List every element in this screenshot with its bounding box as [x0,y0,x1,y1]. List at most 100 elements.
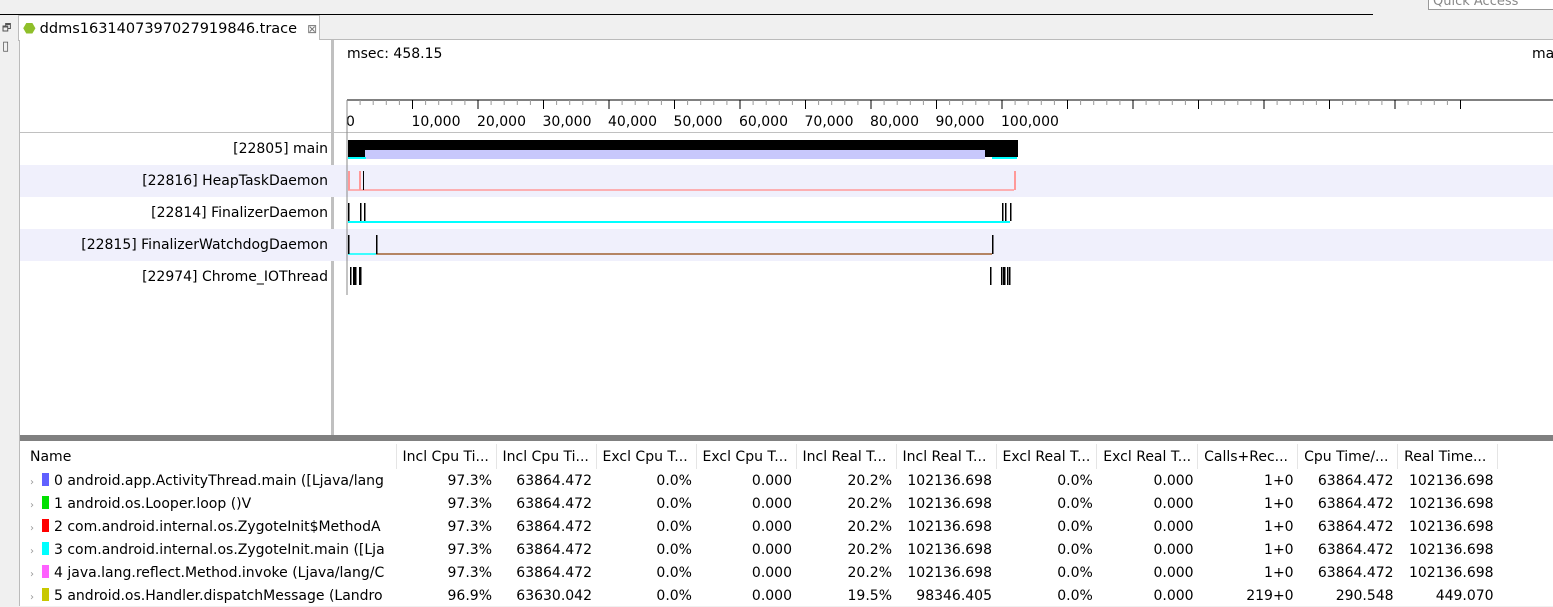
tick-label: 80,000 [870,114,919,130]
cell: 0.0% [656,495,692,512]
expand-icon[interactable]: › [30,500,34,511]
cell: 0.000 [751,518,792,535]
expand-icon[interactable]: › [30,477,34,488]
column-header[interactable]: Incl Cpu Ti... [496,444,597,469]
io-marker [1004,267,1006,285]
cell: 0.0% [656,587,692,604]
cell: 19.5% [847,587,892,604]
cell: 20.2% [847,541,892,558]
cell: 102136.698 [1408,541,1494,558]
color-swatch [42,564,49,578]
cell: 97.3% [447,472,492,489]
heap-marker [1014,171,1016,190]
expand-icon[interactable]: › [30,523,34,534]
cell: 1+0 [1264,495,1294,512]
cell: 102136.698 [907,541,992,558]
cell: 63864.472 [516,518,592,535]
table-row[interactable]: › 2 com.android.internal.os.ZygoteInit$Me… [24,515,1498,538]
cell: 0.000 [751,587,792,604]
cell: 0.0% [656,472,692,489]
column-header[interactable]: Incl Real T... [896,444,997,469]
io-marker [1009,267,1011,285]
column-header[interactable]: Calls+Rec... [1197,444,1299,469]
expand-icon[interactable]: › [30,592,34,603]
color-swatch [42,518,49,532]
color-swatch [42,541,49,555]
tab-bar [320,15,1553,40]
cell: 0.000 [1153,518,1194,535]
cell: 102136.698 [907,472,992,489]
cell: 0.000 [1153,472,1194,489]
watchdog-marker [992,235,994,254]
main-activity-cyan [348,157,366,159]
main-activity-cyan [992,157,1017,159]
watchdog-marker [348,235,350,254]
android-icon: ⬣ [23,20,36,37]
color-swatch [42,587,49,601]
restore-icon[interactable]: 🗗 [2,21,11,38]
cell: 97.3% [447,564,492,581]
column-header[interactable]: Excl Cpu T... [596,444,697,469]
left-toolbar: 🗗 ▯ [0,15,18,606]
column-header[interactable]: Excl Real T... [996,444,1098,469]
cell: 20.2% [847,495,892,512]
expand-icon[interactable]: › [30,569,34,580]
cell: 96.9% [447,587,492,604]
io-marker [355,267,357,285]
splitter[interactable] [20,435,1553,441]
thread-label: [22974] Chrome_IOThread [142,269,328,285]
close-icon[interactable]: ⊠ [307,22,317,36]
tab-trace[interactable]: ⬣ ddms1631407397027919846.trace ⊠ [18,15,320,41]
cell: 0.000 [1153,541,1194,558]
cell: 0.000 [1153,495,1194,512]
table-row[interactable]: › 5 android.os.Handler.dispatchMessage (L… [24,584,1498,607]
tick-label: 10,000 [412,114,461,130]
quick-access-input[interactable]: Quick Access [1428,0,1553,10]
watchdog-marker [376,235,378,254]
tick-label: 70,000 [805,114,854,130]
table-row[interactable]: › 4 java.lang.reflect.Method.invoke (Ljav… [24,561,1498,584]
column-header[interactable]: Real Time... [1397,444,1499,469]
cell: 102136.698 [907,518,992,535]
column-header[interactable]: Incl Real T... [796,444,897,469]
tick-label: 60,000 [739,114,788,130]
column-header[interactable]: Excl Cpu T... [696,444,797,469]
cell: 97.3% [447,541,492,558]
cell: 1+0 [1264,472,1294,489]
cell: 449.070 [1435,587,1494,604]
cell: 0.0% [1057,541,1093,558]
method-name: 0 android.app.ActivityThread.main ([Ljav… [54,472,384,489]
io-marker [990,267,992,285]
cell: 63864.472 [516,564,592,581]
column-header[interactable]: Cpu Time/... [1297,444,1399,469]
column-header[interactable]: Excl Real T... [1096,444,1199,469]
thread-label: [22814] FinalizerDaemon [151,205,328,221]
table-row[interactable]: › 1 android.os.Looper.loop ()V 97.3% 63864.… [24,492,1498,515]
method-name: 2 com.android.internal.os.ZygoteInit$Met… [54,518,381,535]
heap-marker [359,171,361,190]
expand-icon[interactable]: › [30,546,34,557]
method-name: 3 com.android.internal.os.ZygoteInit.mai… [54,541,385,558]
profile-table: Name Incl Cpu Ti... Incl Cpu Ti... Excl Cpu… [24,444,1499,607]
cell: 0.000 [751,495,792,512]
cell: 1+0 [1264,564,1294,581]
column-header[interactable]: Name [24,444,397,469]
main-activity-nested [365,150,985,159]
cell: 63864.472 [1317,564,1394,581]
cell: 1+0 [1264,541,1294,558]
table-row[interactable]: › 0 android.app.ActivityThread.main ([Lja… [24,469,1498,492]
device-icon[interactable]: ▯ [2,39,9,54]
timeline-chart[interactable]: 0 10,000 20,000 30,000 40,000 50,000 60,000 70,… [334,95,1553,295]
thread-label: [22816] HeapTaskDaemon [142,173,328,189]
column-header[interactable]: Incl Cpu Ti... [396,444,497,469]
max-readout: ma [1532,46,1553,62]
cell: 63630.042 [516,587,592,604]
cell: 97.3% [447,518,492,535]
cell: 97.3% [447,495,492,512]
heap-marker [348,171,350,190]
tick-label: 20,000 [477,114,526,130]
tick-label: 100,000 [1001,114,1059,130]
io-marker [1001,267,1003,285]
finalizer-marker [1002,203,1004,221]
table-row[interactable]: › 3 com.android.internal.os.ZygoteInit.ma… [24,538,1498,561]
